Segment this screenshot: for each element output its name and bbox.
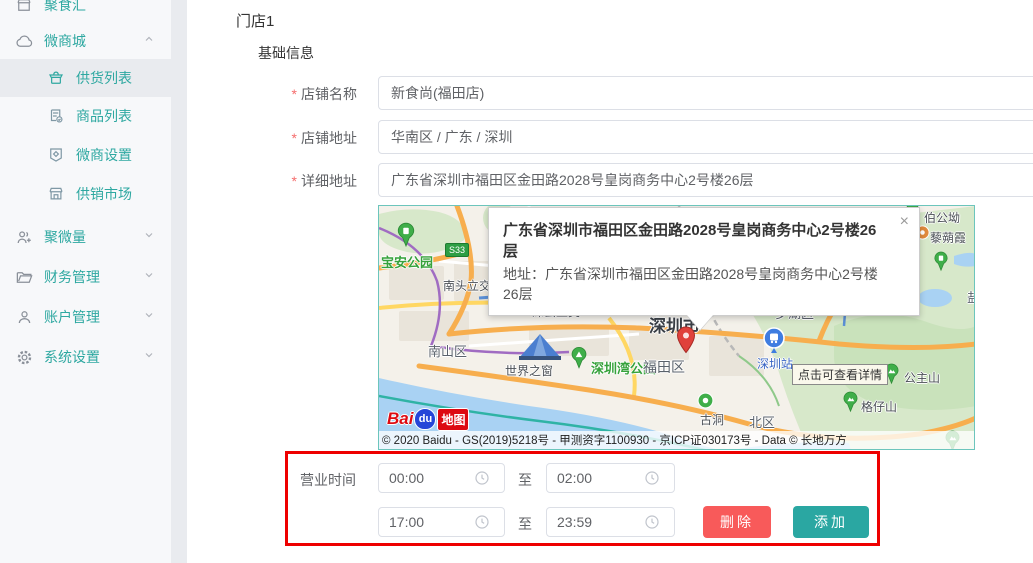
delete-button[interactable]: 删除 xyxy=(703,506,771,538)
detail-address-input[interactable] xyxy=(378,163,1033,197)
sidebar-item-goods-list[interactable]: 商品列表 xyxy=(0,97,171,135)
map-label: 伯公坳 xyxy=(924,209,960,226)
map-label: 宝安公园 xyxy=(381,252,433,271)
park-pin-icon xyxy=(933,251,949,277)
map-label: 南头立交 xyxy=(443,277,491,294)
map-label: 格仔山 xyxy=(861,398,897,415)
chevron-down-icon xyxy=(143,268,155,286)
sidebar-scrollbar[interactable] xyxy=(171,0,187,563)
chevron-down-icon xyxy=(143,228,155,246)
map-label: 南山区 xyxy=(428,341,467,360)
chevron-down-icon xyxy=(143,308,155,326)
hours-label: 营业时间 xyxy=(300,470,356,490)
sidebar-item-top-partial[interactable]: 聚食汇 xyxy=(0,0,171,24)
cloud-icon xyxy=(14,31,34,51)
sidebar-item-label: 聚食汇 xyxy=(44,0,86,15)
required-asterisk: * xyxy=(292,86,297,102)
sidebar-item-label: 微商设置 xyxy=(76,145,132,165)
sidebar-item-label: 系统设置 xyxy=(44,347,100,367)
sidebar-item-label: 供销市场 xyxy=(76,184,132,204)
sidebar-item-supply-market[interactable]: 供销市场 xyxy=(0,175,171,213)
close-icon[interactable]: × xyxy=(900,214,909,230)
add-button[interactable]: 添加 xyxy=(793,506,869,538)
road-shield: S33 xyxy=(445,243,469,257)
required-asterisk: * xyxy=(292,173,297,189)
popup-tail xyxy=(687,315,713,330)
document-check-icon xyxy=(46,106,66,126)
takeout-box-icon xyxy=(46,68,66,88)
sidebar-item-juweiliang[interactable]: 聚微量 xyxy=(0,218,171,256)
shop-icon xyxy=(46,184,66,204)
sidebar-item-finance[interactable]: 财务管理 xyxy=(0,258,171,296)
sidebar-item-settings[interactable]: 系统设置 xyxy=(0,338,171,376)
map-label: 公主山 xyxy=(904,369,940,386)
hours-end-input-2[interactable] xyxy=(546,507,675,537)
sidebar-item-label: 账户管理 xyxy=(44,307,100,327)
chevron-up-icon xyxy=(143,32,155,50)
sidebar-item-account[interactable]: 账户管理 xyxy=(0,298,171,336)
map-label: 福田区 xyxy=(643,357,685,377)
map-pin-icon[interactable] xyxy=(676,326,696,359)
field-label-store-region: *店铺地址 xyxy=(227,128,357,148)
map-label: 藜蒴霞 xyxy=(930,229,966,246)
user-icon xyxy=(14,307,34,327)
map-label: 古洞 xyxy=(700,411,724,428)
store-name-input[interactable] xyxy=(378,76,1033,110)
field-label-detail-address: *详细地址 xyxy=(227,171,357,191)
map-attribution: © 2020 Baidu - GS(2019)5218号 - 甲测资字11009… xyxy=(379,431,974,449)
users-plus-icon xyxy=(14,227,34,247)
hours-end-input-1[interactable] xyxy=(546,463,675,493)
map-label: 世界之窗 xyxy=(505,362,553,379)
sidebar: 聚食汇 微商城 供货列表 商品列表 xyxy=(0,0,171,563)
map-info-popup: 广东省深圳市福田区金田路2028号皇岗商务中心2号楼26层 地址：广东省深圳市福… xyxy=(488,207,920,316)
sidebar-item-supply-list[interactable]: 供货列表 xyxy=(0,59,171,97)
sidebar-item-label: 聚微量 xyxy=(44,227,86,247)
to-label: 至 xyxy=(518,514,532,534)
field-label-store-name: *店铺名称 xyxy=(227,84,357,104)
main-content: 门店1 基础信息 *店铺名称 *店铺地址 *详细地址 xyxy=(187,0,1033,563)
sidebar-item-weshop[interactable]: 微商城 xyxy=(0,22,171,60)
required-asterisk: * xyxy=(292,130,297,146)
baidu-logo: Bai du 地图 xyxy=(387,406,469,432)
sidebar-item-label: 商品列表 xyxy=(76,106,132,126)
app-window: 聚食汇 微商城 供货列表 商品列表 xyxy=(0,0,1033,563)
page-title: 门店1 xyxy=(236,10,274,31)
store-icon xyxy=(14,0,34,15)
badge-diamond-icon xyxy=(46,145,66,165)
hours-start-input-2[interactable] xyxy=(378,507,505,537)
baidu-map[interactable]: 宝安公园 S33 南头立交 南山区 世界之窗 深圳湾公园 福田区 深云立交 深圳… xyxy=(378,205,975,450)
to-label: 至 xyxy=(518,470,532,490)
section-title: 基础信息 xyxy=(258,43,314,63)
gear-icon xyxy=(14,347,34,367)
baidu-paw-icon: du xyxy=(414,408,436,430)
mountain-pin-icon xyxy=(842,391,859,418)
park-pin-icon xyxy=(396,222,416,253)
sidebar-item-label: 供货列表 xyxy=(76,68,132,88)
map-label: 盐 xyxy=(967,287,975,306)
sidebar-item-weshop-settings[interactable]: 微商设置 xyxy=(0,136,171,174)
folder-open-icon xyxy=(14,267,34,287)
popup-title: 广东省深圳市福田区金田路2028号皇岗商务中心2号楼26层 xyxy=(503,220,889,262)
sidebar-item-label: 财务管理 xyxy=(44,267,100,287)
sidebar-item-label: 微商城 xyxy=(44,31,86,51)
map-tooltip: 点击可查看详情 xyxy=(792,364,888,385)
chevron-down-icon xyxy=(143,348,155,366)
map-label: 深圳站 xyxy=(757,355,793,372)
hours-start-input-1[interactable] xyxy=(378,463,505,493)
store-region-input[interactable] xyxy=(378,120,1033,154)
park-pin-icon xyxy=(570,346,588,375)
popup-address: 地址：广东省深圳市福田区金田路2028号皇岗商务中心2号楼26层 xyxy=(503,264,889,305)
map-label: 北区 xyxy=(749,412,775,431)
